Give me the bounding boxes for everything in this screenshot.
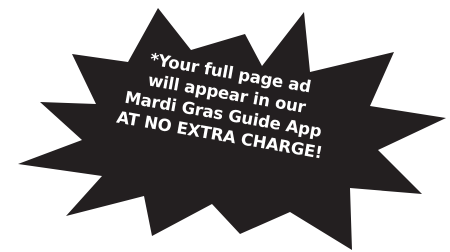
- promo-starburst: *Your full page ad will appear in our Ma…: [0, 0, 450, 252]
